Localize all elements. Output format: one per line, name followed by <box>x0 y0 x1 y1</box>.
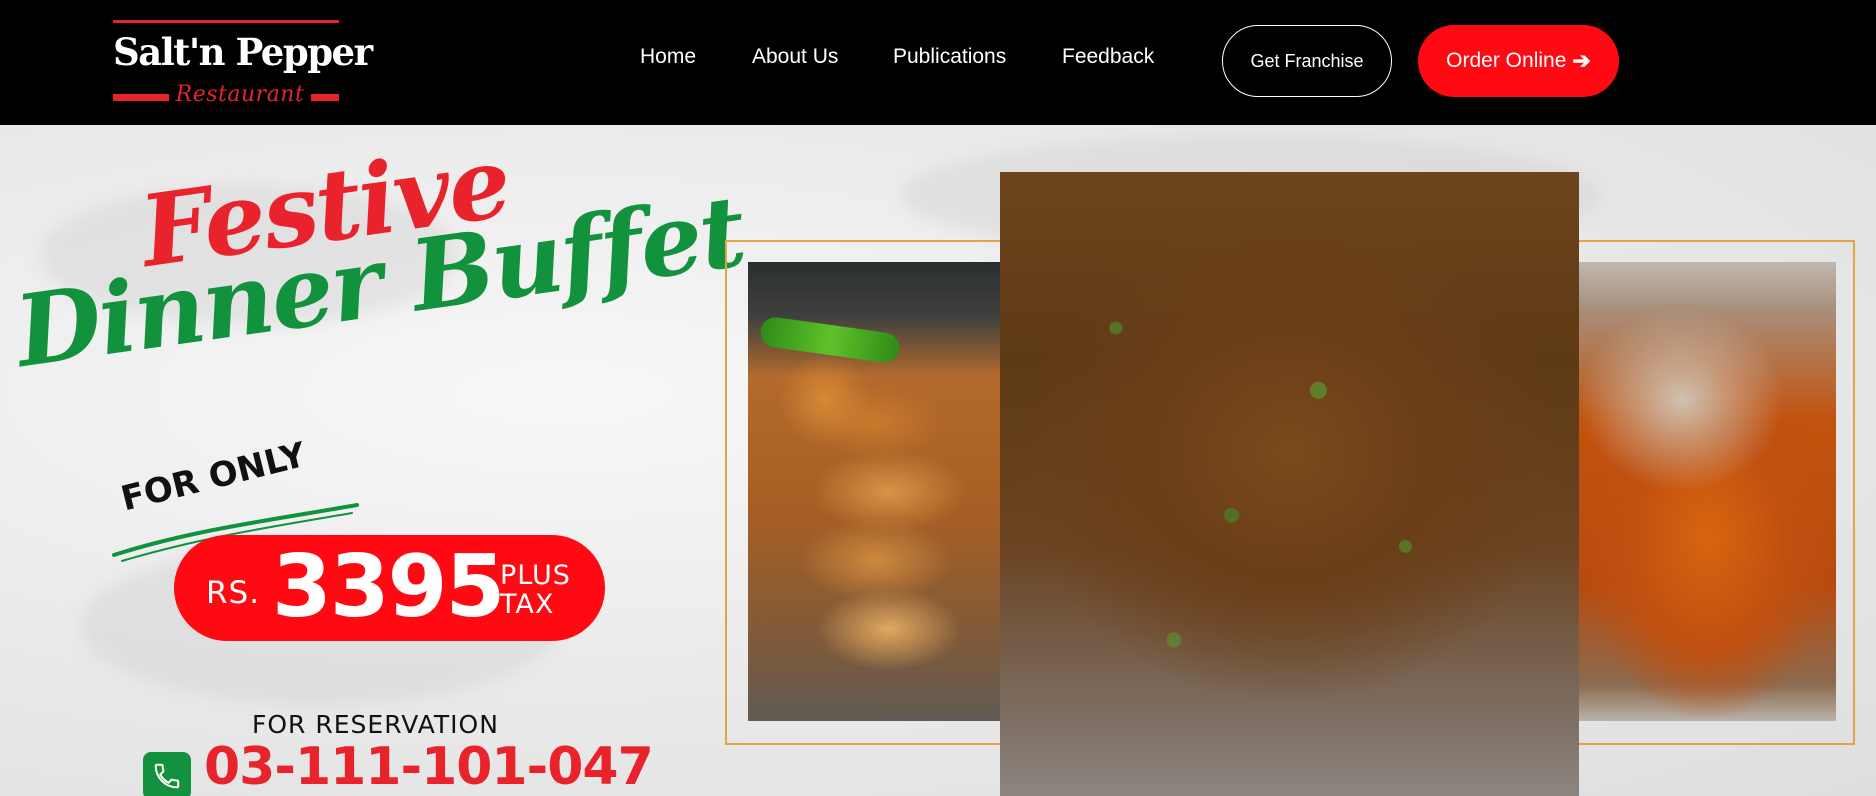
logo-bar-left <box>113 94 169 101</box>
price-currency: RS. <box>206 575 261 611</box>
reservation-phone[interactable]: 03-111-101-047 <box>204 737 654 796</box>
order-online-button[interactable]: Order Online ➔ <box>1418 25 1619 97</box>
price-suffix-tax: TAX <box>500 589 555 620</box>
arrow-right-icon: ➔ <box>1572 48 1591 73</box>
logo-subtitle: Restaurant <box>175 82 305 107</box>
hero-banner[interactable]: Festive Dinner Buffet FOR ONLY RS. 3395 … <box>0 125 1876 796</box>
phone-icon <box>143 752 191 796</box>
price-suffix-plus: PLUS <box>500 560 571 591</box>
site-header: Salt'n Pepper Restaurant Home About Us P… <box>0 0 1876 125</box>
karahi-food-image <box>1000 172 1579 796</box>
nav-publications[interactable]: Publications <box>893 45 1006 69</box>
logo[interactable]: Salt'n Pepper Restaurant <box>113 20 373 107</box>
price-badge: RS. 3395 PLUS TAX <box>174 535 605 641</box>
logo-wordmark: Salt'n Pepper <box>113 30 373 74</box>
get-franchise-label: Get Franchise <box>1250 50 1364 71</box>
order-online-label: Order Online <box>1446 49 1567 72</box>
nav-about-us[interactable]: About Us <box>752 45 838 69</box>
price-amount: 3395 <box>272 537 505 637</box>
nav-feedback[interactable]: Feedback <box>1062 45 1154 69</box>
reservation-label: FOR RESERVATION <box>252 710 499 739</box>
get-franchise-button[interactable]: Get Franchise <box>1222 25 1392 97</box>
logo-top-line <box>113 20 339 23</box>
logo-bar-right <box>311 94 339 101</box>
nihari-food-image <box>1579 262 1836 721</box>
nav-home[interactable]: Home <box>640 45 696 69</box>
price-suffix: PLUS TAX <box>500 561 571 619</box>
